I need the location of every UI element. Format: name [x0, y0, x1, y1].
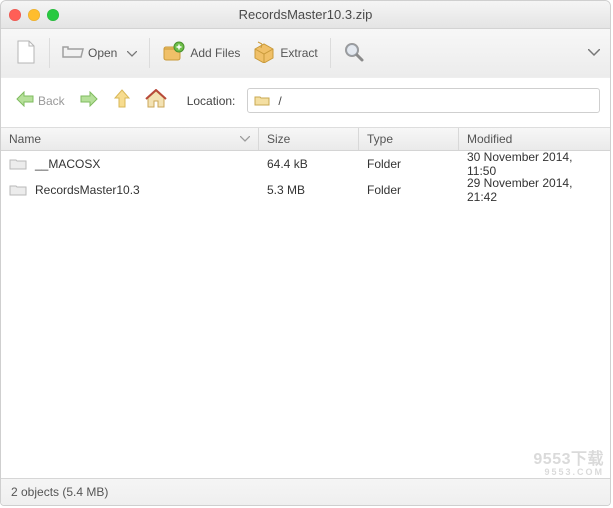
extract-button[interactable]: Extract — [246, 37, 323, 70]
folder-icon — [9, 157, 27, 171]
search-button[interactable] — [337, 37, 371, 70]
file-modified: 30 November 2014, 11:50 — [459, 151, 610, 178]
column-modified-label: Modified — [467, 132, 512, 146]
column-name-label: Name — [9, 132, 41, 146]
column-size[interactable]: Size — [259, 128, 359, 150]
add-files-button[interactable]: Add Files — [156, 37, 246, 70]
location-field[interactable] — [247, 88, 600, 113]
arrow-right-icon — [79, 91, 99, 110]
back-button[interactable]: Back — [11, 88, 69, 113]
titlebar[interactable]: RecordsMaster10.3.zip — [1, 1, 610, 29]
add-files-icon — [162, 41, 186, 66]
table-row[interactable]: __MACOSX 64.4 kB Folder 30 November 2014… — [1, 151, 610, 177]
navigation-bar: Back Location: — [1, 77, 610, 127]
column-modified[interactable]: Modified — [459, 128, 610, 150]
window-controls — [9, 9, 59, 21]
file-size: 64.4 kB — [259, 157, 359, 171]
separator — [330, 38, 331, 68]
column-type-label: Type — [367, 132, 393, 146]
toolbar: Open Add Files — [1, 29, 610, 77]
table-header: Name Size Type Modified — [1, 128, 610, 151]
file-name: __MACOSX — [35, 157, 100, 171]
status-text: 2 objects (5.4 MB) — [11, 485, 108, 499]
minimize-icon[interactable] — [28, 9, 40, 21]
add-files-label: Add Files — [190, 46, 240, 60]
file-size: 5.3 MB — [259, 183, 359, 197]
separator — [49, 38, 50, 68]
column-name[interactable]: Name — [1, 128, 259, 150]
file-modified: 29 November 2014, 21:42 — [459, 176, 610, 204]
home-icon — [145, 89, 167, 112]
table-body[interactable]: __MACOSX 64.4 kB Folder 30 November 2014… — [1, 151, 610, 478]
up-button[interactable] — [109, 86, 135, 115]
arrow-left-icon — [15, 91, 35, 110]
page-icon — [15, 39, 37, 68]
window-title: RecordsMaster10.3.zip — [239, 7, 373, 22]
file-name: RecordsMaster10.3 — [35, 183, 140, 197]
app-window: RecordsMaster10.3.zip Open — [0, 0, 611, 506]
new-button[interactable] — [9, 35, 43, 72]
separator — [149, 38, 150, 68]
sort-icon — [240, 134, 250, 145]
folder-icon — [254, 94, 270, 107]
open-button[interactable]: Open — [56, 39, 143, 68]
folder-open-icon — [62, 43, 84, 64]
forward-button[interactable] — [75, 88, 103, 113]
status-bar: 2 objects (5.4 MB) — [1, 478, 610, 505]
file-table: Name Size Type Modified — [1, 127, 610, 478]
back-label: Back — [38, 94, 65, 108]
file-type: Folder — [359, 183, 459, 197]
arrow-up-icon — [113, 89, 131, 112]
home-button[interactable] — [141, 86, 171, 115]
zoom-icon[interactable] — [47, 9, 59, 21]
location-label: Location: — [187, 94, 236, 108]
folder-icon — [9, 183, 27, 197]
extract-icon — [252, 41, 276, 66]
chevron-down-icon[interactable] — [588, 46, 600, 60]
open-label: Open — [88, 46, 117, 60]
search-icon — [343, 41, 365, 66]
location-input[interactable] — [276, 93, 593, 109]
table-row[interactable]: RecordsMaster10.3 5.3 MB Folder 29 Novem… — [1, 177, 610, 203]
column-type[interactable]: Type — [359, 128, 459, 150]
file-type: Folder — [359, 157, 459, 171]
column-size-label: Size — [267, 132, 290, 146]
extract-label: Extract — [280, 46, 317, 60]
chevron-down-icon — [127, 46, 137, 60]
close-icon[interactable] — [9, 9, 21, 21]
